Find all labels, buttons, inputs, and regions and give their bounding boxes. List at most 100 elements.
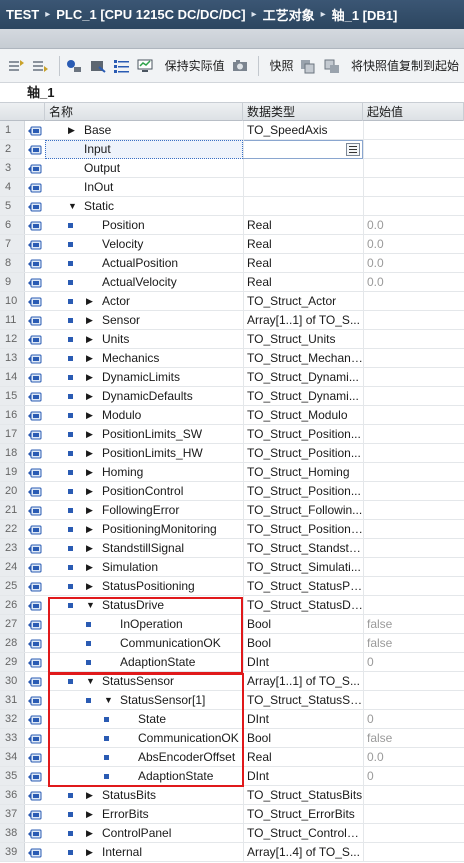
row-name[interactable]: Simulation (102, 558, 158, 576)
table-row[interactable]: 5 ▼ Static (0, 197, 464, 216)
row-number[interactable]: 34 (0, 748, 25, 766)
row-name[interactable]: Sensor (102, 311, 140, 329)
row-name[interactable]: StatusDrive (102, 596, 164, 614)
breadcrumb-block[interactable]: 轴_1 [DB1] (332, 5, 398, 24)
row-name[interactable]: StatusSensor[1] (120, 691, 205, 709)
row-number[interactable]: 9 (0, 273, 25, 291)
column-header-name[interactable]: 名称 (45, 103, 243, 121)
row-number[interactable]: 6 (0, 216, 25, 234)
row-number[interactable]: 24 (0, 558, 25, 576)
table-row[interactable]: 38 ▶ ControlPanel TO_Struct_ControlP... (0, 824, 464, 843)
table-row[interactable]: 16 ▶ Modulo TO_Struct_Modulo (0, 406, 464, 425)
row-number[interactable]: 4 (0, 178, 25, 196)
table-row[interactable]: 28 CommunicationOK Bool false (0, 634, 464, 653)
table-row[interactable]: 10 ▶ Actor TO_Struct_Actor (0, 292, 464, 311)
row-name[interactable]: AbsEncoderOffset (138, 748, 235, 766)
row-start-value[interactable]: false (367, 615, 392, 633)
table-row[interactable]: 21 ▶ FollowingError TO_Struct_Followin... (0, 501, 464, 520)
row-name[interactable]: Output (84, 159, 120, 177)
row-number[interactable]: 28 (0, 634, 25, 652)
row-name[interactable]: Modulo (102, 406, 141, 424)
row-number[interactable]: 7 (0, 235, 25, 253)
row-number[interactable]: 23 (0, 539, 25, 557)
row-number[interactable]: 16 (0, 406, 25, 424)
table-row[interactable]: 14 ▶ DynamicLimits TO_Struct_Dynami... (0, 368, 464, 387)
row-name[interactable]: ActualPosition (102, 254, 178, 272)
row-number[interactable]: 21 (0, 501, 25, 519)
row-datatype[interactable]: Real (247, 216, 363, 234)
table-row[interactable]: 20 ▶ PositionControl TO_Struct_Position... (0, 482, 464, 501)
breadcrumb-project[interactable]: TEST (6, 7, 39, 22)
table-row[interactable]: 33 CommunicationOK Bool false (0, 729, 464, 748)
expand-all-icon[interactable] (65, 56, 85, 76)
row-name[interactable]: AdaptionState (120, 653, 195, 671)
table-row[interactable]: 6 Position Real 0.0 (0, 216, 464, 235)
table-row[interactable]: 8 ActualPosition Real 0.0 (0, 254, 464, 273)
row-datatype[interactable]: TO_SpeedAxis (247, 121, 363, 139)
table-row[interactable]: 13 ▶ Mechanics TO_Struct_Mechani... (0, 349, 464, 368)
expand-arrow-icon[interactable]: ▶ (86, 563, 94, 572)
row-number[interactable]: 5 (0, 197, 25, 215)
row-number[interactable]: 38 (0, 824, 25, 842)
expand-arrow-icon[interactable]: ▶ (86, 848, 94, 857)
row-name[interactable]: Input (84, 140, 111, 158)
name-cell-editing[interactable] (45, 140, 243, 159)
row-start-value[interactable]: false (367, 729, 392, 747)
row-number[interactable]: 11 (0, 311, 25, 329)
row-datatype[interactable]: TO_Struct_Simulati... (247, 558, 363, 576)
row-datatype[interactable]: TO_Struct_StatusPo... (247, 577, 363, 595)
row-number[interactable]: 20 (0, 482, 25, 500)
expand-arrow-icon[interactable]: ▶ (86, 430, 94, 439)
row-datatype[interactable]: Array[1..1] of TO_S... (247, 311, 363, 329)
expand-arrow-icon[interactable]: ▶ (86, 810, 94, 819)
row-start-value[interactable]: 0.0 (367, 235, 384, 253)
row-number[interactable]: 26 (0, 596, 25, 614)
row-name[interactable]: DynamicLimits (102, 368, 180, 386)
table-row[interactable]: 32 State DInt 0 (0, 710, 464, 729)
row-number[interactable]: 15 (0, 387, 25, 405)
row-datatype[interactable]: Bool (247, 729, 363, 747)
expand-arrow-icon[interactable]: ▶ (86, 449, 94, 458)
row-start-value[interactable]: 0 (367, 653, 374, 671)
row-name[interactable]: ErrorBits (102, 805, 149, 823)
expand-arrow-icon[interactable]: ▶ (86, 487, 94, 496)
row-name[interactable]: FollowingError (102, 501, 179, 519)
row-number[interactable]: 8 (0, 254, 25, 272)
expand-arrow-icon[interactable]: ▶ (86, 468, 94, 477)
row-number[interactable]: 2 (0, 140, 25, 158)
row-number[interactable]: 12 (0, 330, 25, 348)
row-number[interactable]: 10 (0, 292, 25, 310)
table-row[interactable]: 9 ActualVelocity Real 0.0 (0, 273, 464, 292)
table-row[interactable]: 17 ▶ PositionLimits_SW TO_Struct_Position..… (0, 425, 464, 444)
row-start-value[interactable]: 0.0 (367, 254, 384, 272)
row-name[interactable]: StatusSensor (102, 672, 174, 690)
row-datatype[interactable]: TO_Struct_StatusBits (247, 786, 363, 804)
row-name[interactable]: State (138, 710, 166, 728)
expand-arrow-icon[interactable]: ▶ (86, 316, 94, 325)
row-number[interactable]: 27 (0, 615, 25, 633)
expand-arrow-icon[interactable]: ▶ (86, 544, 94, 553)
row-name[interactable]: ControlPanel (102, 824, 171, 842)
expand-arrow-icon[interactable]: ▶ (86, 506, 94, 515)
row-name[interactable]: Base (84, 121, 111, 139)
collapse-arrow-icon[interactable]: ▼ (68, 202, 77, 211)
row-name[interactable]: InOut (84, 178, 113, 196)
row-name[interactable]: CommunicationOK (138, 729, 239, 747)
insert-row-icon[interactable] (6, 56, 26, 76)
table-row[interactable]: 23 ▶ StandstillSignal TO_Struct_Standstil..… (0, 539, 464, 558)
row-datatype[interactable]: TO_Struct_Modulo (247, 406, 363, 424)
table-row[interactable]: 24 ▶ Simulation TO_Struct_Simulati... (0, 558, 464, 577)
table-row[interactable]: 39 ▶ Internal Array[1..4] of TO_S... (0, 843, 464, 862)
table-row[interactable]: 1 ▶ Base TO_SpeedAxis (0, 121, 464, 140)
row-name[interactable]: Static (84, 197, 114, 215)
row-datatype[interactable]: Bool (247, 634, 363, 652)
row-number[interactable]: 25 (0, 577, 25, 595)
table-row[interactable]: 11 ▶ Sensor Array[1..1] of TO_S... (0, 311, 464, 330)
row-number[interactable]: 13 (0, 349, 25, 367)
table-row[interactable]: 37 ▶ ErrorBits TO_Struct_ErrorBits (0, 805, 464, 824)
table-row[interactable]: 7 Velocity Real 0.0 (0, 235, 464, 254)
table-row[interactable]: 18 ▶ PositionLimits_HW TO_Struct_Position..… (0, 444, 464, 463)
row-name[interactable]: PositionLimits_HW (102, 444, 203, 462)
row-number[interactable]: 29 (0, 653, 25, 671)
row-datatype[interactable]: TO_Struct_Units (247, 330, 363, 348)
